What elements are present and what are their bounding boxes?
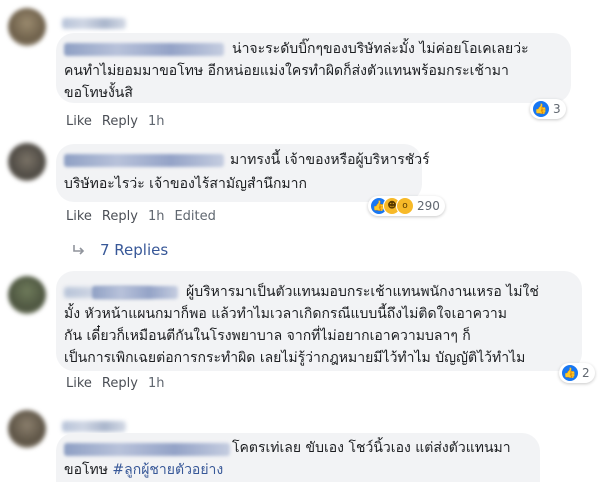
comment-text: มั้ง หัวหน้าแผนกมาก็พอ แล้วทำไมเวลาเกิดก… bbox=[64, 306, 507, 322]
like-reaction-icon: 👍 bbox=[561, 364, 579, 382]
comment-text: คนทำไม่ยอมมาขอโทษ อีกหน่อยแม่งใครทำผิดก็… bbox=[64, 63, 509, 79]
reply-arrow-icon bbox=[73, 245, 85, 255]
mention-blurred[interactable] bbox=[64, 443, 230, 456]
replies-count-label[interactable]: 7 Replies bbox=[100, 241, 168, 259]
avatar[interactable] bbox=[8, 8, 46, 46]
comment-actions: Like Reply 1h bbox=[66, 114, 174, 129]
reaction-count: 2 bbox=[582, 366, 590, 380]
reaction-count: 3 bbox=[553, 102, 561, 116]
comment-actions: Like Reply 1h Edited bbox=[66, 209, 226, 224]
comment-text: ผู้บริหารมาเป็นตัวแทนมอบกระเช้าแทนพนักงา… bbox=[186, 284, 539, 300]
reply-link[interactable]: Reply bbox=[102, 114, 138, 129]
view-replies-link[interactable]: 7 Replies bbox=[72, 241, 168, 259]
comment-text: โคตรเท่เลย ขับเอง โชว์นิ้วเอง แต่ส่งตัวแ… bbox=[232, 440, 511, 456]
commenter-name-blurred[interactable] bbox=[62, 18, 126, 29]
comment-text: เป็นการเพิกเฉยต่อการกระทำผิด เลยไม่รู้ว่… bbox=[64, 350, 526, 366]
avatar[interactable] bbox=[8, 276, 46, 314]
avatar[interactable] bbox=[8, 410, 46, 448]
comment-text: มาทรงนี้ เจ้าของหรือผู้บริหารชัวร์ bbox=[230, 152, 430, 168]
timestamp[interactable]: 1h bbox=[148, 209, 165, 224]
like-link[interactable]: Like bbox=[66, 376, 92, 391]
edited-label[interactable]: Edited bbox=[174, 209, 215, 224]
like-reaction-icon: 👍 bbox=[532, 100, 550, 118]
avatar[interactable] bbox=[8, 143, 46, 181]
comment-text: ขอโทษ bbox=[64, 462, 108, 478]
timestamp[interactable]: 1h bbox=[148, 114, 165, 129]
wow-reaction-icon: o bbox=[396, 197, 414, 215]
reaction-summary[interactable]: 👍 3 bbox=[530, 99, 566, 119]
mention-blurred[interactable] bbox=[64, 43, 224, 56]
reaction-summary[interactable]: 👍 2 bbox=[559, 363, 595, 383]
reply-link[interactable]: Reply bbox=[102, 376, 138, 391]
timestamp[interactable]: 1h bbox=[148, 376, 165, 391]
comment-text: น่าจะระดับบิ๊กๆของบริษัทล่ะมั้ง ไม่ค่อยโ… bbox=[232, 41, 529, 57]
comment-text: บริษัทอะไรว่ะ เจ้าของไร้สามัญสำนึกมาก bbox=[64, 176, 307, 192]
comment-actions: Like Reply 1h bbox=[66, 376, 174, 391]
hashtag-link[interactable]: #ลูกผู้ชายตัวอย่าง bbox=[112, 462, 223, 478]
comment-text: กัน เดี๋ยวก็เหมือนตีกันในโรงพยาบาล จากที… bbox=[64, 328, 471, 344]
like-link[interactable]: Like bbox=[66, 114, 92, 129]
comment-text: ขอโทษงั้นสิ bbox=[64, 85, 133, 101]
commenter-name-blurred[interactable] bbox=[62, 421, 126, 432]
mention-blurred[interactable] bbox=[92, 286, 178, 299]
reply-link[interactable]: Reply bbox=[102, 209, 138, 224]
comment-text-line: ขอโทษ #ลูกผู้ชายตัวอย่าง bbox=[64, 459, 223, 481]
like-link[interactable]: Like bbox=[66, 209, 92, 224]
mention-blurred[interactable] bbox=[64, 154, 224, 167]
reaction-summary[interactable]: 👍 ☻ o 290 bbox=[368, 196, 445, 216]
reaction-count: 290 bbox=[417, 199, 440, 213]
